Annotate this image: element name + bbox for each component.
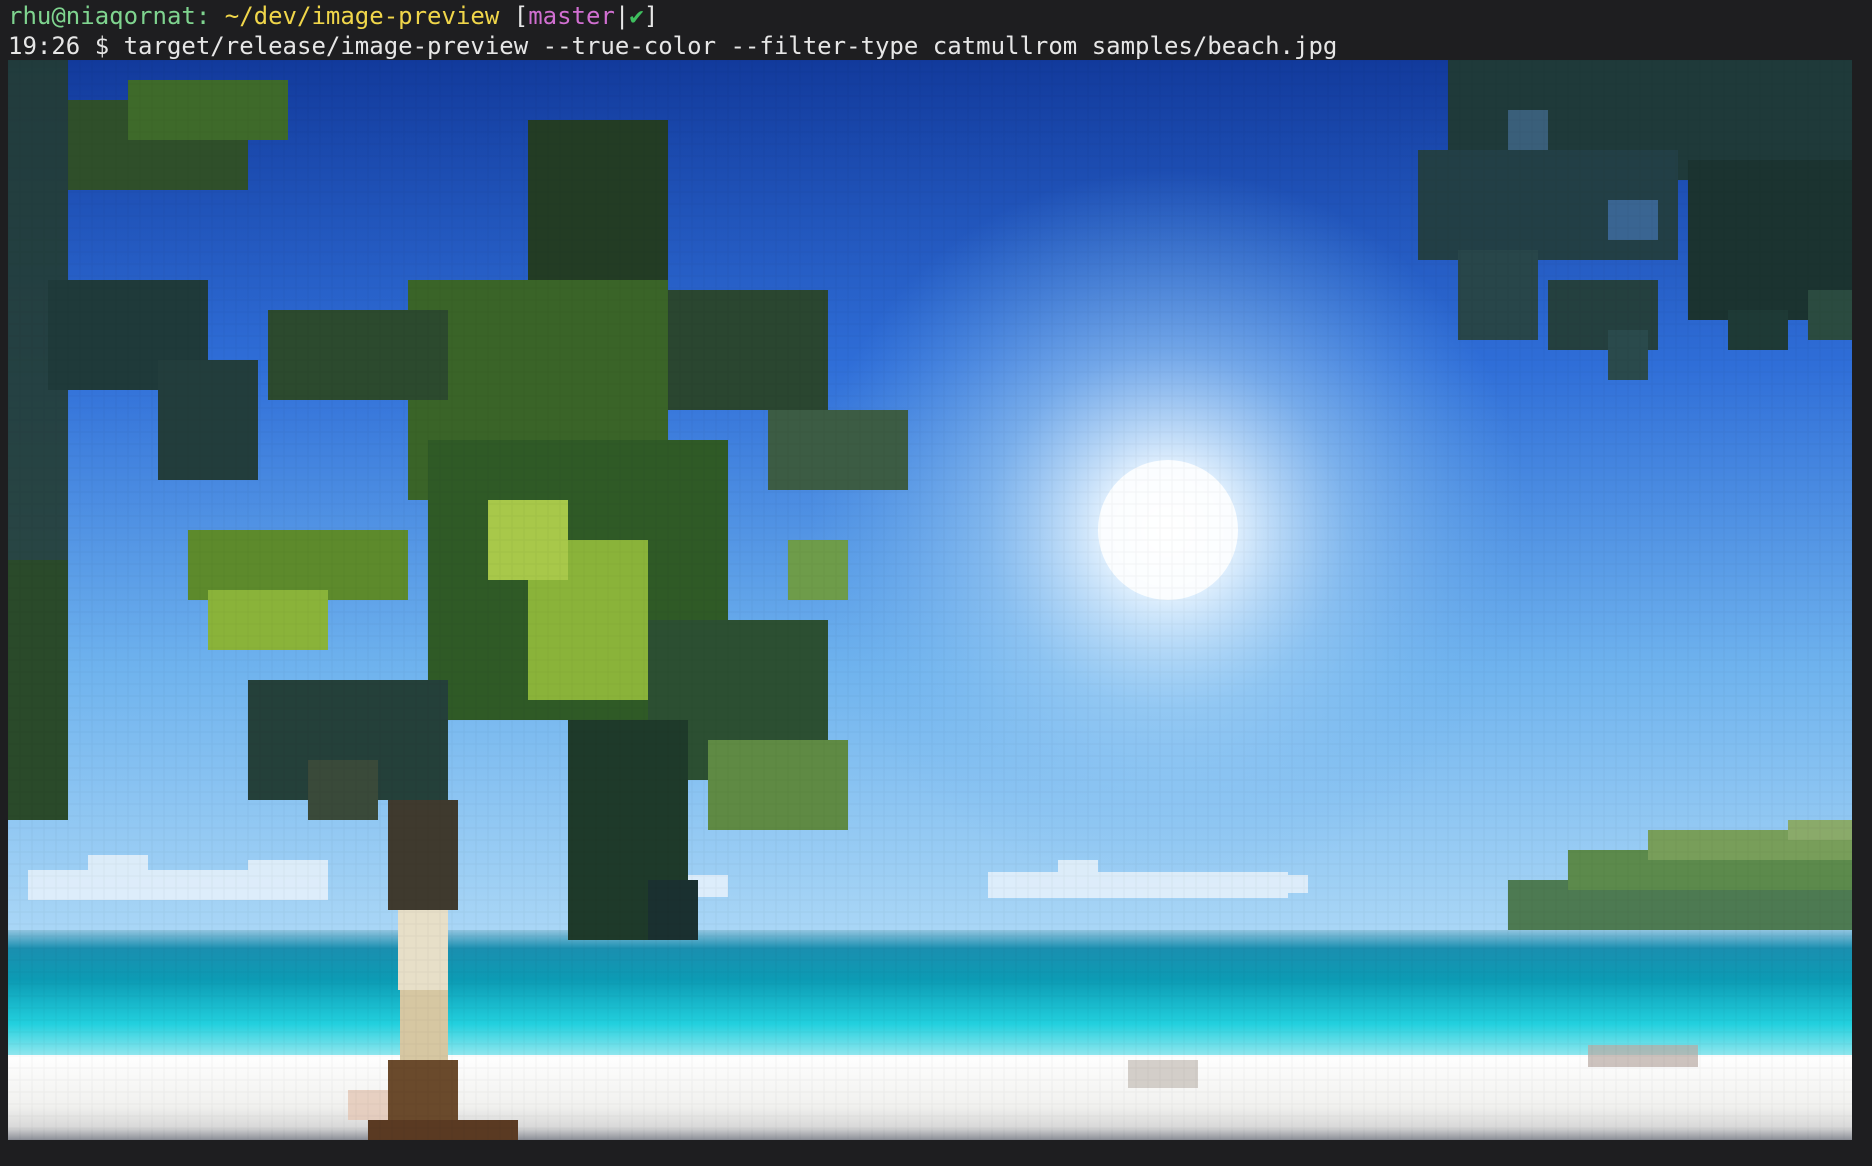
check-icon: ✔	[629, 2, 644, 30]
open-bracket: [	[513, 2, 529, 30]
image-preview	[8, 60, 1852, 1140]
working-directory: ~/dev/image-preview	[224, 2, 500, 30]
pixel-grid	[8, 60, 1852, 1140]
command-line[interactable]: 19:26 $ target/release/image-preview --t…	[8, 31, 1337, 61]
branch-separator: |	[614, 2, 630, 30]
user-host: rhu@niaqornat:	[8, 2, 211, 30]
prompt-line: rhu@niaqornat: ~/dev/image-preview [mast…	[8, 1, 658, 31]
close-bracket: ]	[643, 2, 659, 30]
command-text: target/release/image-preview --true-colo…	[123, 32, 1338, 60]
beach-image	[8, 60, 1852, 1140]
prompt-symbol: $	[94, 32, 110, 60]
git-branch: master	[528, 2, 615, 30]
command-time: 19:26	[8, 32, 81, 60]
terminal-window[interactable]: rhu@niaqornat: ~/dev/image-preview [mast…	[0, 0, 1872, 1166]
